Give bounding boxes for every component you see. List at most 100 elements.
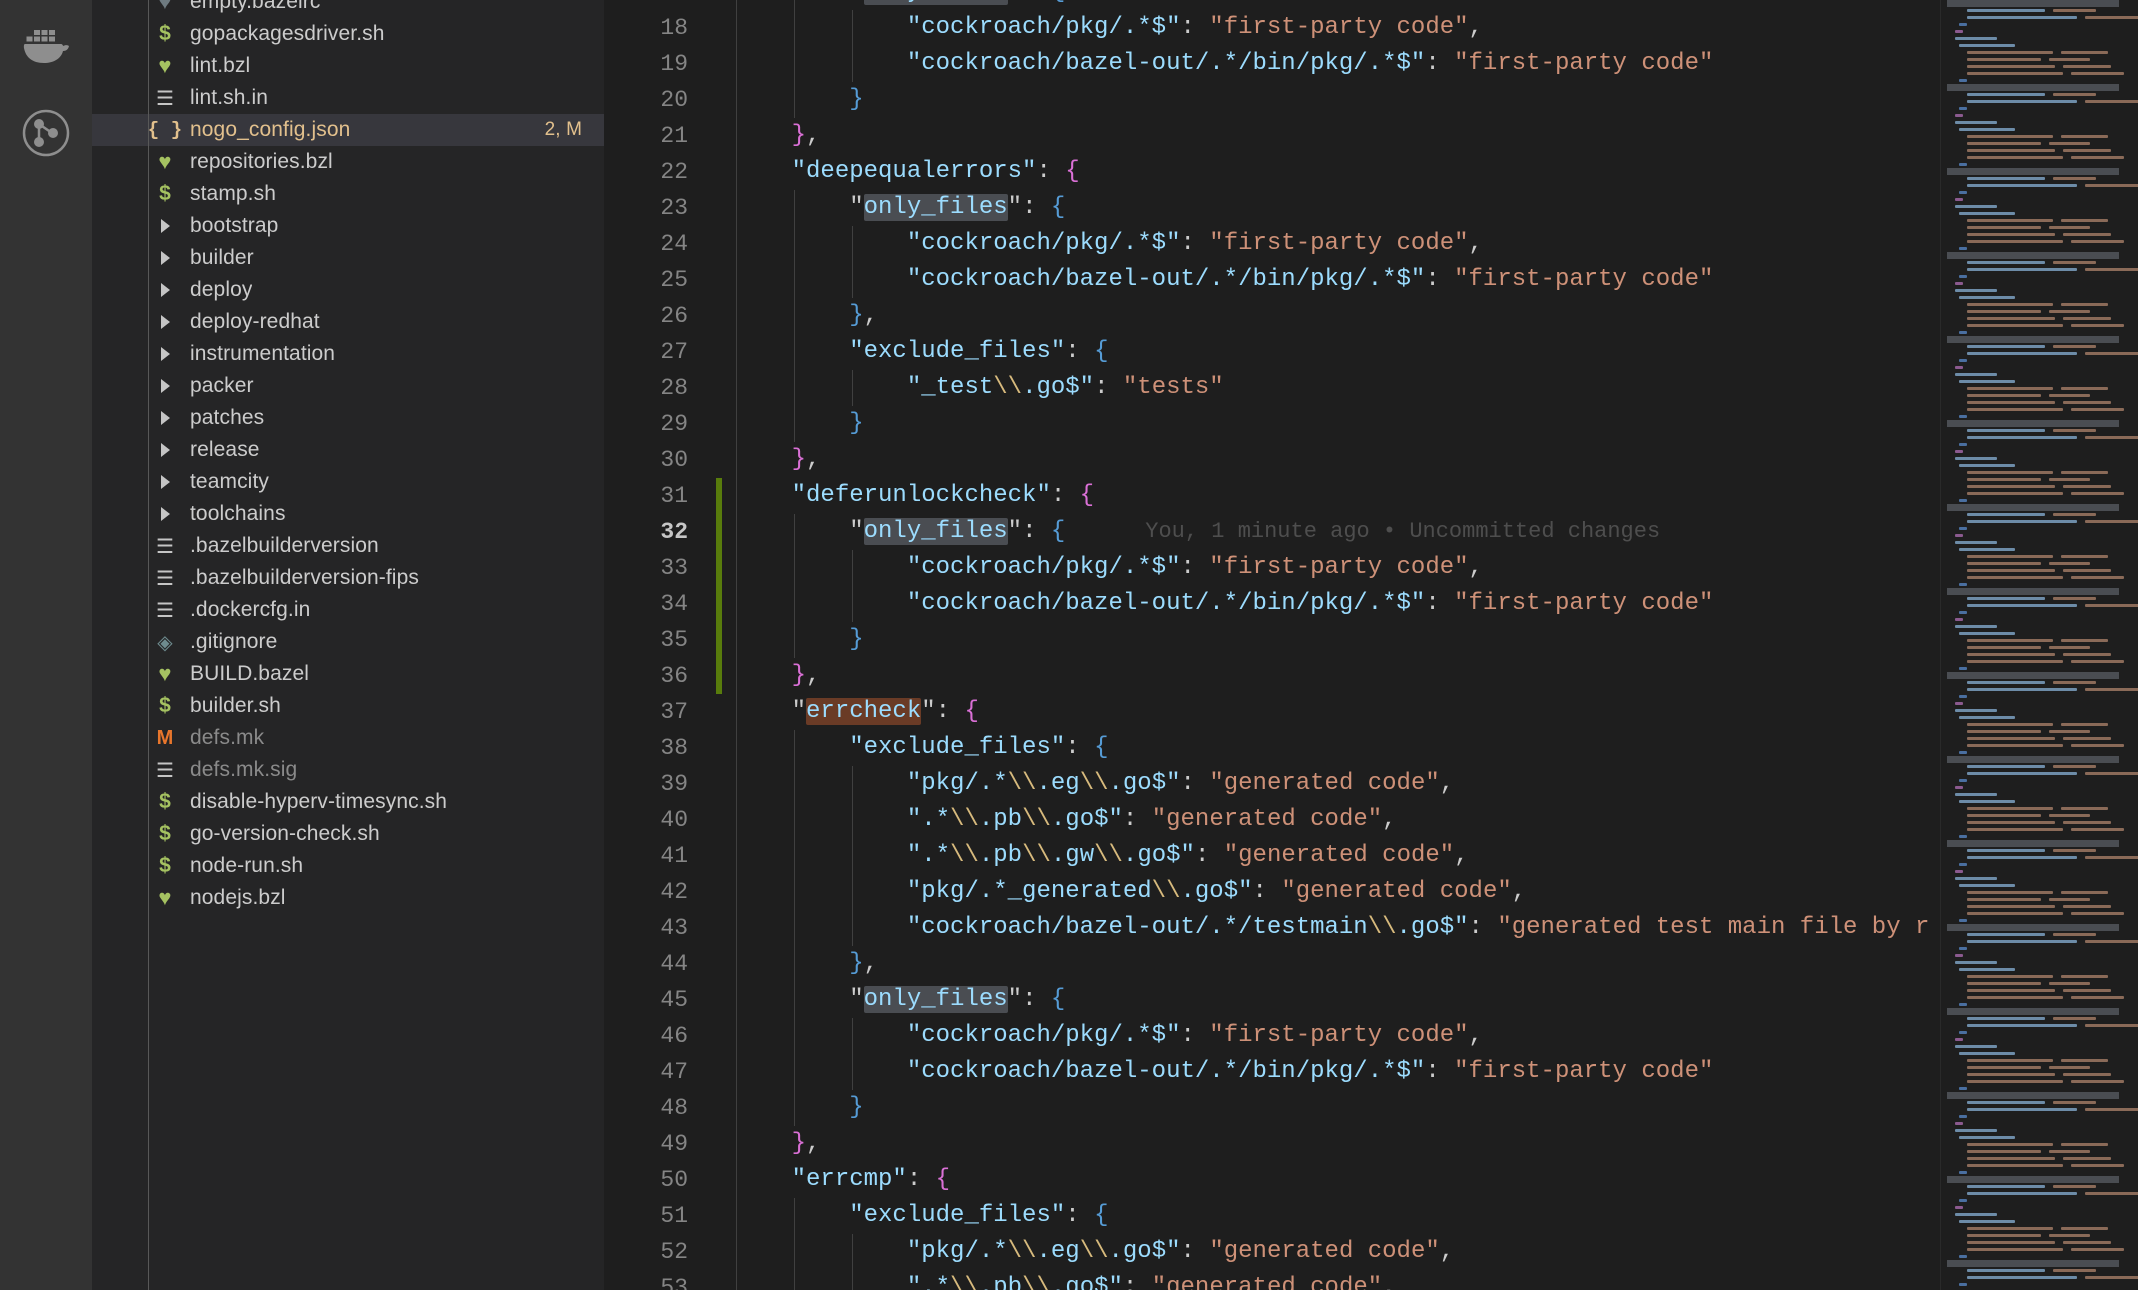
tree-item-label: gopackagesdriver.sh <box>190 22 385 45</box>
code-content[interactable]: 17 "only_files": {18 "cockroach/pkg/.*$"… <box>604 0 2138 1290</box>
code-line[interactable]: 33 "cockroach/pkg/.*$": "first-party cod… <box>604 550 2138 586</box>
tree-folder-item[interactable]: patches <box>92 402 604 434</box>
minimap-code-segment <box>1959 527 1967 530</box>
tree-folder-item[interactable]: bootstrap <box>92 210 604 242</box>
minimap-code-segment <box>1967 639 2053 642</box>
code-line[interactable]: 30 }, <box>604 442 2138 478</box>
code-line[interactable]: 29 } <box>604 406 2138 442</box>
code-line[interactable]: 31 "deferunlockcheck": { <box>604 478 2138 514</box>
minimap-code-segment <box>1959 212 2015 215</box>
minimap-code-segment <box>1955 1038 1963 1041</box>
code-line[interactable]: 36 }, <box>604 658 2138 694</box>
tree-file-item[interactable]: ☰ lint.sh.in <box>92 82 604 114</box>
code-line[interactable]: 41 ".*\\.pb\\.gw\\.go$": "generated code… <box>604 838 2138 874</box>
tree-file-item[interactable]: ☰ .bazelbuilderversion <box>92 530 604 562</box>
tree-folder-item[interactable]: instrumentation <box>92 338 604 370</box>
tree-file-item[interactable]: $ gopackagesdriver.sh <box>92 18 604 50</box>
code-line[interactable]: 50 "errcmp": { <box>604 1162 2138 1198</box>
minimap-code-segment <box>1967 849 2045 852</box>
tree-file-item[interactable]: ☰ defs.mk.sig <box>92 754 604 786</box>
code-line[interactable]: 35 } <box>604 622 2138 658</box>
tree-file-item[interactable]: { } nogo_config.json 2, M <box>92 114 604 146</box>
code-token: } <box>791 446 807 473</box>
tree-file-item[interactable]: ♥ nodejs.bzl <box>92 882 604 914</box>
code-line[interactable]: 19 "cockroach/bazel-out/.*/bin/pkg/.*$":… <box>604 46 2138 82</box>
tree-file-item[interactable]: $ stamp.sh <box>92 178 604 210</box>
code-line[interactable]: 53 ".*\\.pb\\.go$": "generated code", <box>604 1270 2138 1290</box>
indent-guide <box>736 82 737 118</box>
tree-file-item[interactable]: $ builder.sh <box>92 690 604 722</box>
file-tree[interactable]: ♥ empty.bazelrc $ gopackagesdriver.sh ♥ lint.… <box>92 0 604 914</box>
code-line[interactable]: 32 "only_files": {You, 1 minute ago • Un… <box>604 514 2138 550</box>
tree-folder-item[interactable]: toolchains <box>92 498 604 530</box>
code-line[interactable]: 34 "cockroach/bazel-out/.*/bin/pkg/.*$":… <box>604 586 2138 622</box>
minimap-code-segment <box>1967 51 2053 54</box>
tree-file-item[interactable]: ◈ .gitignore <box>92 626 604 658</box>
tree-folder-item[interactable]: builder <box>92 242 604 274</box>
tree-folder-item[interactable]: release <box>92 434 604 466</box>
code-line[interactable]: 45 "only_files": { <box>604 982 2138 1018</box>
indent-guide <box>793 910 795 946</box>
code-line[interactable]: 47 "cockroach/bazel-out/.*/bin/pkg/.*$":… <box>604 1054 2138 1090</box>
editor-minimap[interactable] <box>1940 0 2138 1290</box>
minimap-code-segment <box>1959 1199 1967 1202</box>
tree-file-item[interactable]: Mdefs.mk <box>92 722 604 754</box>
code-line[interactable]: 23 "only_files": { <box>604 190 2138 226</box>
code-line-text: "only_files": { <box>714 190 1065 226</box>
code-line[interactable]: 39 "pkg/.*\\.eg\\.go$": "generated code"… <box>604 766 2138 802</box>
text-file-icon: ☰ <box>155 759 175 782</box>
code-editor[interactable]: 17 "only_files": {18 "cockroach/pkg/.*$"… <box>604 0 2138 1290</box>
code-line[interactable]: 20 } <box>604 82 2138 118</box>
tree-file-item[interactable]: ☰ .bazelbuilderversion-fips <box>92 562 604 594</box>
code-line[interactable]: 44 }, <box>604 946 2138 982</box>
tree-item-label: instrumentation <box>190 342 336 365</box>
code-line[interactable]: 21 }, <box>604 118 2138 154</box>
tree-folder-item[interactable]: teamcity <box>92 466 604 498</box>
code-line[interactable]: 17 "only_files": { <box>604 0 2138 10</box>
makefile-icon: M <box>156 726 174 749</box>
tree-file-item[interactable]: ♥ lint.bzl <box>92 50 604 82</box>
tree-file-item[interactable]: ♥ repositories.bzl <box>92 146 604 178</box>
minimap-code-segment <box>1967 772 2077 775</box>
code-line[interactable]: 24 "cockroach/pkg/.*$": "first-party cod… <box>604 226 2138 262</box>
code-line[interactable]: 51 "exclude_files": { <box>604 1198 2138 1234</box>
tree-file-item[interactable]: $ go-version-check.sh <box>92 818 604 850</box>
code-line[interactable]: 26 }, <box>604 298 2138 334</box>
code-line[interactable]: 52 "pkg/.*\\.eg\\.go$": "generated code"… <box>604 1234 2138 1270</box>
code-line[interactable]: 28 "_test\\.go$": "tests" <box>604 370 2138 406</box>
code-line[interactable]: 48 } <box>604 1090 2138 1126</box>
tree-folder-item[interactable]: deploy <box>92 274 604 306</box>
tree-folder-item[interactable]: deploy-redhat <box>92 306 604 338</box>
tree-folder-item[interactable]: packer <box>92 370 604 402</box>
code-line[interactable]: 43 "cockroach/bazel-out/.*/testmain\\.go… <box>604 910 2138 946</box>
docker-icon[interactable] <box>0 4 92 90</box>
code-token: " <box>921 698 936 725</box>
tree-file-item[interactable]: ♥ empty.bazelrc <box>92 0 604 18</box>
code-token: \\ <box>1022 842 1051 869</box>
code-line[interactable]: 40 ".*\\.pb\\.go$": "generated code", <box>604 802 2138 838</box>
tree-file-item[interactable]: $ disable-hyperv-timesync.sh <box>92 786 604 818</box>
tree-file-item[interactable]: ☰ .dockercfg.in <box>92 594 604 626</box>
code-line[interactable]: 37 "errcheck": { <box>604 694 2138 730</box>
code-line[interactable]: 46 "cockroach/pkg/.*$": "first-party cod… <box>604 1018 2138 1054</box>
indent-guide <box>736 874 737 910</box>
tree-item-label: lint.bzl <box>190 54 251 77</box>
source-control-graph-icon[interactable] <box>0 90 92 176</box>
code-line[interactable]: 49 }, <box>604 1126 2138 1162</box>
indent-guide <box>736 226 737 262</box>
code-line[interactable]: 22 "deepequalerrors": { <box>604 154 2138 190</box>
tree-file-item[interactable]: $ node-run.sh <box>92 850 604 882</box>
code-line[interactable]: 38 "exclude_files": { <box>604 730 2138 766</box>
minimap-code-segment <box>2049 310 2090 313</box>
code-line[interactable]: 25 "cockroach/bazel-out/.*/bin/pkg/.*$":… <box>604 262 2138 298</box>
minimap-code-segment <box>1955 1206 1963 1209</box>
minimap-code-segment <box>1959 247 1967 250</box>
minimap-code-segment <box>2053 849 2096 852</box>
minimap-code-segment <box>2085 352 2138 355</box>
code-line[interactable]: 42 "pkg/.*_generated\\.go$": "generated … <box>604 874 2138 910</box>
code-line[interactable]: 27 "exclude_files": { <box>604 334 2138 370</box>
minimap-line <box>1941 742 2138 749</box>
minimap-line <box>1941 266 2138 273</box>
code-line[interactable]: 18 "cockroach/pkg/.*$": "first-party cod… <box>604 10 2138 46</box>
tree-file-item[interactable]: ♥ BUILD.bazel <box>92 658 604 690</box>
